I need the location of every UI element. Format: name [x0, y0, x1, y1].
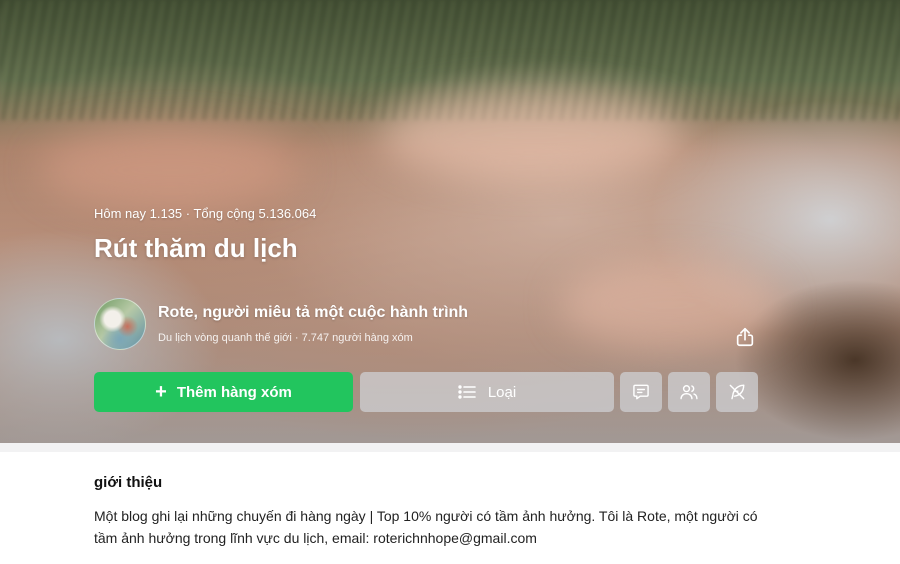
feather-icon — [729, 384, 745, 400]
cover-fabric-fold — [380, 90, 680, 180]
category-button[interactable]: Loại — [360, 372, 614, 412]
cover-fabric-fold — [40, 130, 300, 210]
intro-text: Một blog ghi lại những chuyến đi hàng ng… — [94, 508, 758, 546]
section-divider — [0, 443, 900, 452]
neighbors-button[interactable] — [668, 372, 710, 412]
message-button[interactable] — [620, 372, 662, 412]
chat-icon — [633, 384, 649, 400]
intro-heading: giới thiệu — [94, 474, 163, 491]
author-name[interactable]: Rote, người miêu tả một cuộc hành trình — [158, 304, 468, 322]
list-icon — [458, 384, 476, 400]
share-button[interactable] — [732, 324, 758, 350]
author-subtitle: Du lịch vòng quanh thế giới · 7.747 ngườ… — [158, 332, 413, 344]
visit-stats: Hôm nay 1.135 · Tổng cộng 5.136.064 — [94, 206, 317, 221]
people-icon — [680, 385, 698, 400]
avatar[interactable] — [94, 298, 146, 350]
page-title: Rút thăm du lịch — [94, 233, 298, 263]
add-neighbor-label: Thêm hàng xóm — [176, 383, 292, 401]
plus-icon: + — [155, 381, 167, 403]
category-label: Loại — [487, 383, 517, 401]
share-icon — [736, 327, 754, 347]
write-button[interactable] — [716, 372, 758, 412]
add-neighbor-button[interactable]: + Thêm hàng xóm — [94, 372, 353, 412]
